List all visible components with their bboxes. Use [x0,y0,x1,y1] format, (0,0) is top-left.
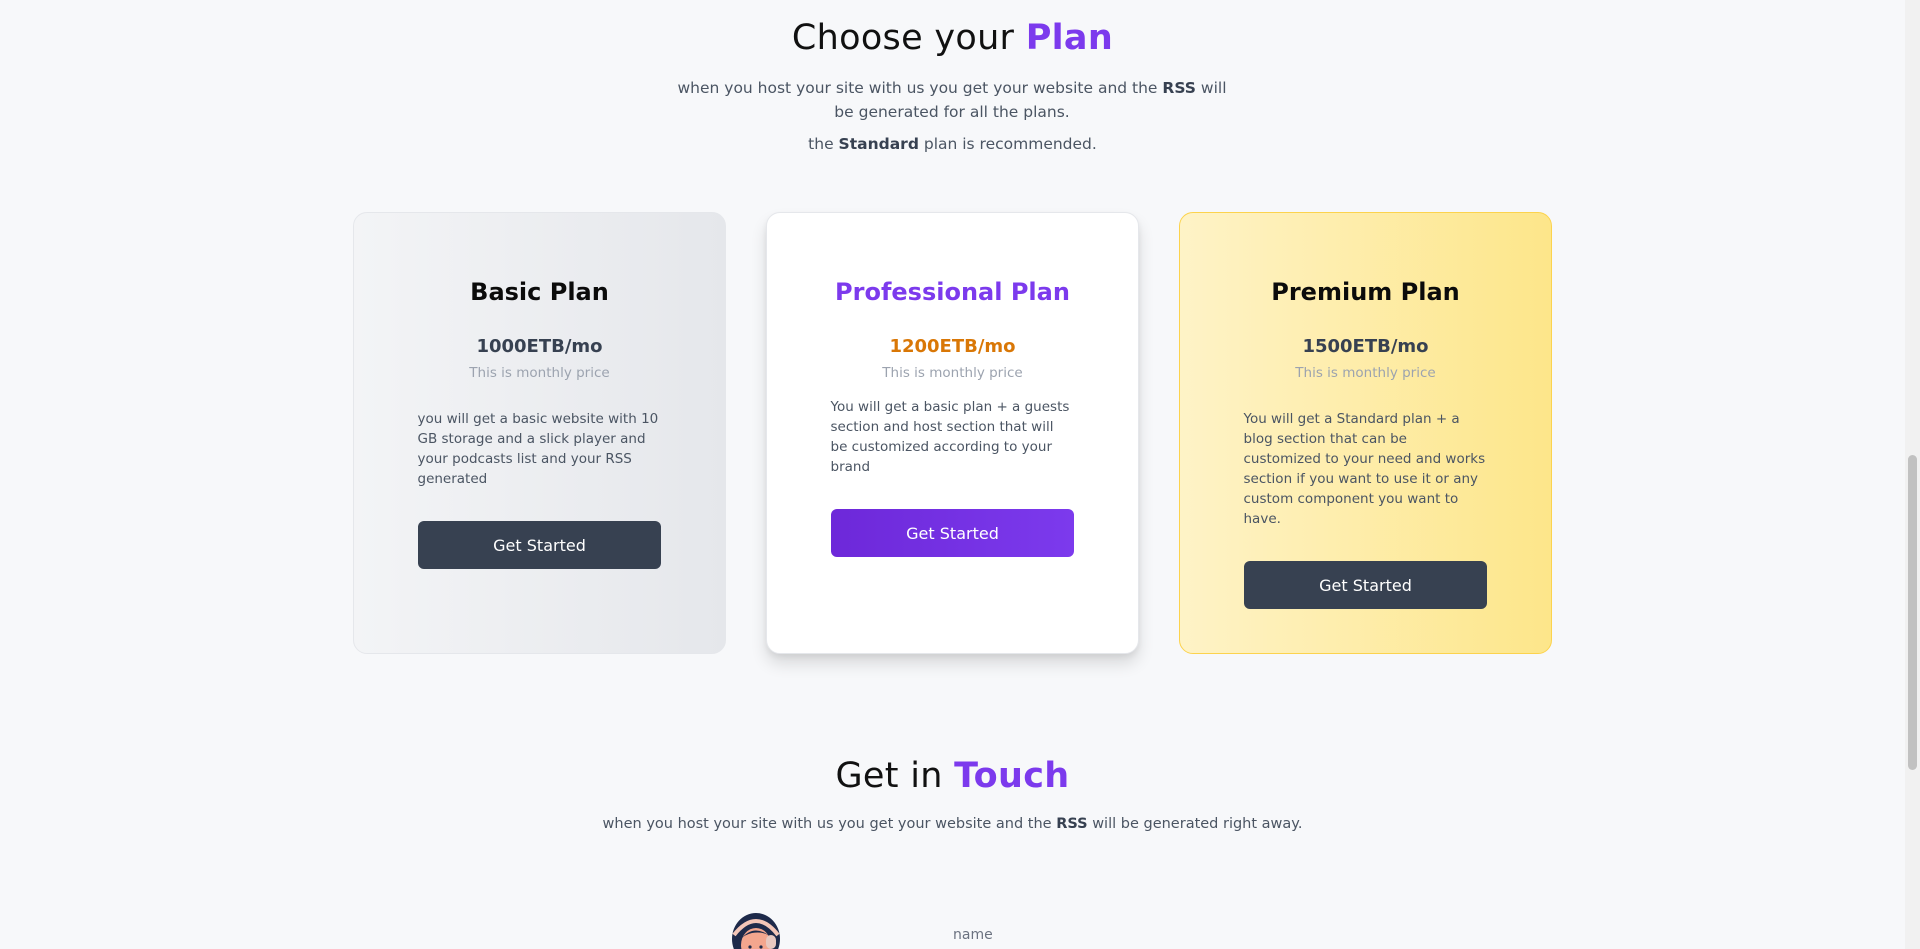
plan-name: Basic Plan [470,278,609,306]
plans-intro: when you host your site with us you get … [672,76,1232,124]
plan-card-premium: Premium Plan 1500ETB/mo This is monthly … [1179,212,1552,654]
plan-price: 1500ETB/mo [1302,336,1429,357]
scrollbar-thumb[interactable] [1908,455,1917,770]
plan-price-note: This is monthly price [1295,365,1436,381]
plans-intro-bold: RSS [1162,79,1196,97]
rec-after: plan is recommended. [918,135,1097,153]
plans-intro-before: when you host your site with us you get … [677,79,1163,97]
plans-recommendation: the Standard plan is recommended. [0,132,1905,156]
support-agent-illustration [724,905,788,949]
rec-before: the [808,135,839,153]
plan-card-professional: Professional Plan 1200ETB/mo This is mon… [766,212,1139,654]
contact-heading-prefix: Get in [835,756,955,796]
get-started-button-professional[interactable]: Get Started [831,509,1074,557]
plan-name: Premium Plan [1271,278,1460,306]
plan-price-note: This is monthly price [469,365,610,381]
rec-bold: Standard [838,135,919,153]
contact-heading: Get in Touch [0,756,1905,796]
plan-price-note: This is monthly price [882,365,1023,381]
plan-description: You will get a basic plan + a guests sec… [830,399,1070,475]
name-field-label: name [953,927,993,943]
plan-description: you will get a basic website with 10 GB … [417,411,659,487]
plan-description: You will get a Standard plan + a blog se… [1243,411,1486,527]
get-started-button-premium[interactable]: Get Started [1244,561,1487,609]
headset-agent-icon [732,913,780,949]
get-started-button-basic[interactable]: Get Started [418,521,661,569]
plan-price: 1000ETB/mo [476,336,603,357]
plan-price: 1200ETB/mo [889,336,1016,357]
plan-card-basic: Basic Plan 1000ETB/mo This is monthly pr… [353,212,726,654]
plans-heading: Choose your Plan [0,18,1905,58]
page-scrollbar[interactable] [1905,0,1920,949]
contact-intro-before: when you host your site with us you get … [602,816,1057,832]
contact-intro-bold: RSS [1056,816,1088,832]
plans-heading-accent: Plan [1025,18,1114,58]
contact-intro: when you host your site with us you get … [0,812,1905,836]
contact-heading-accent: Touch [954,756,1070,796]
plan-name: Professional Plan [835,278,1070,306]
plans-heading-prefix: Choose your [791,18,1026,58]
contact-intro-after: will be generated right away. [1087,816,1303,832]
